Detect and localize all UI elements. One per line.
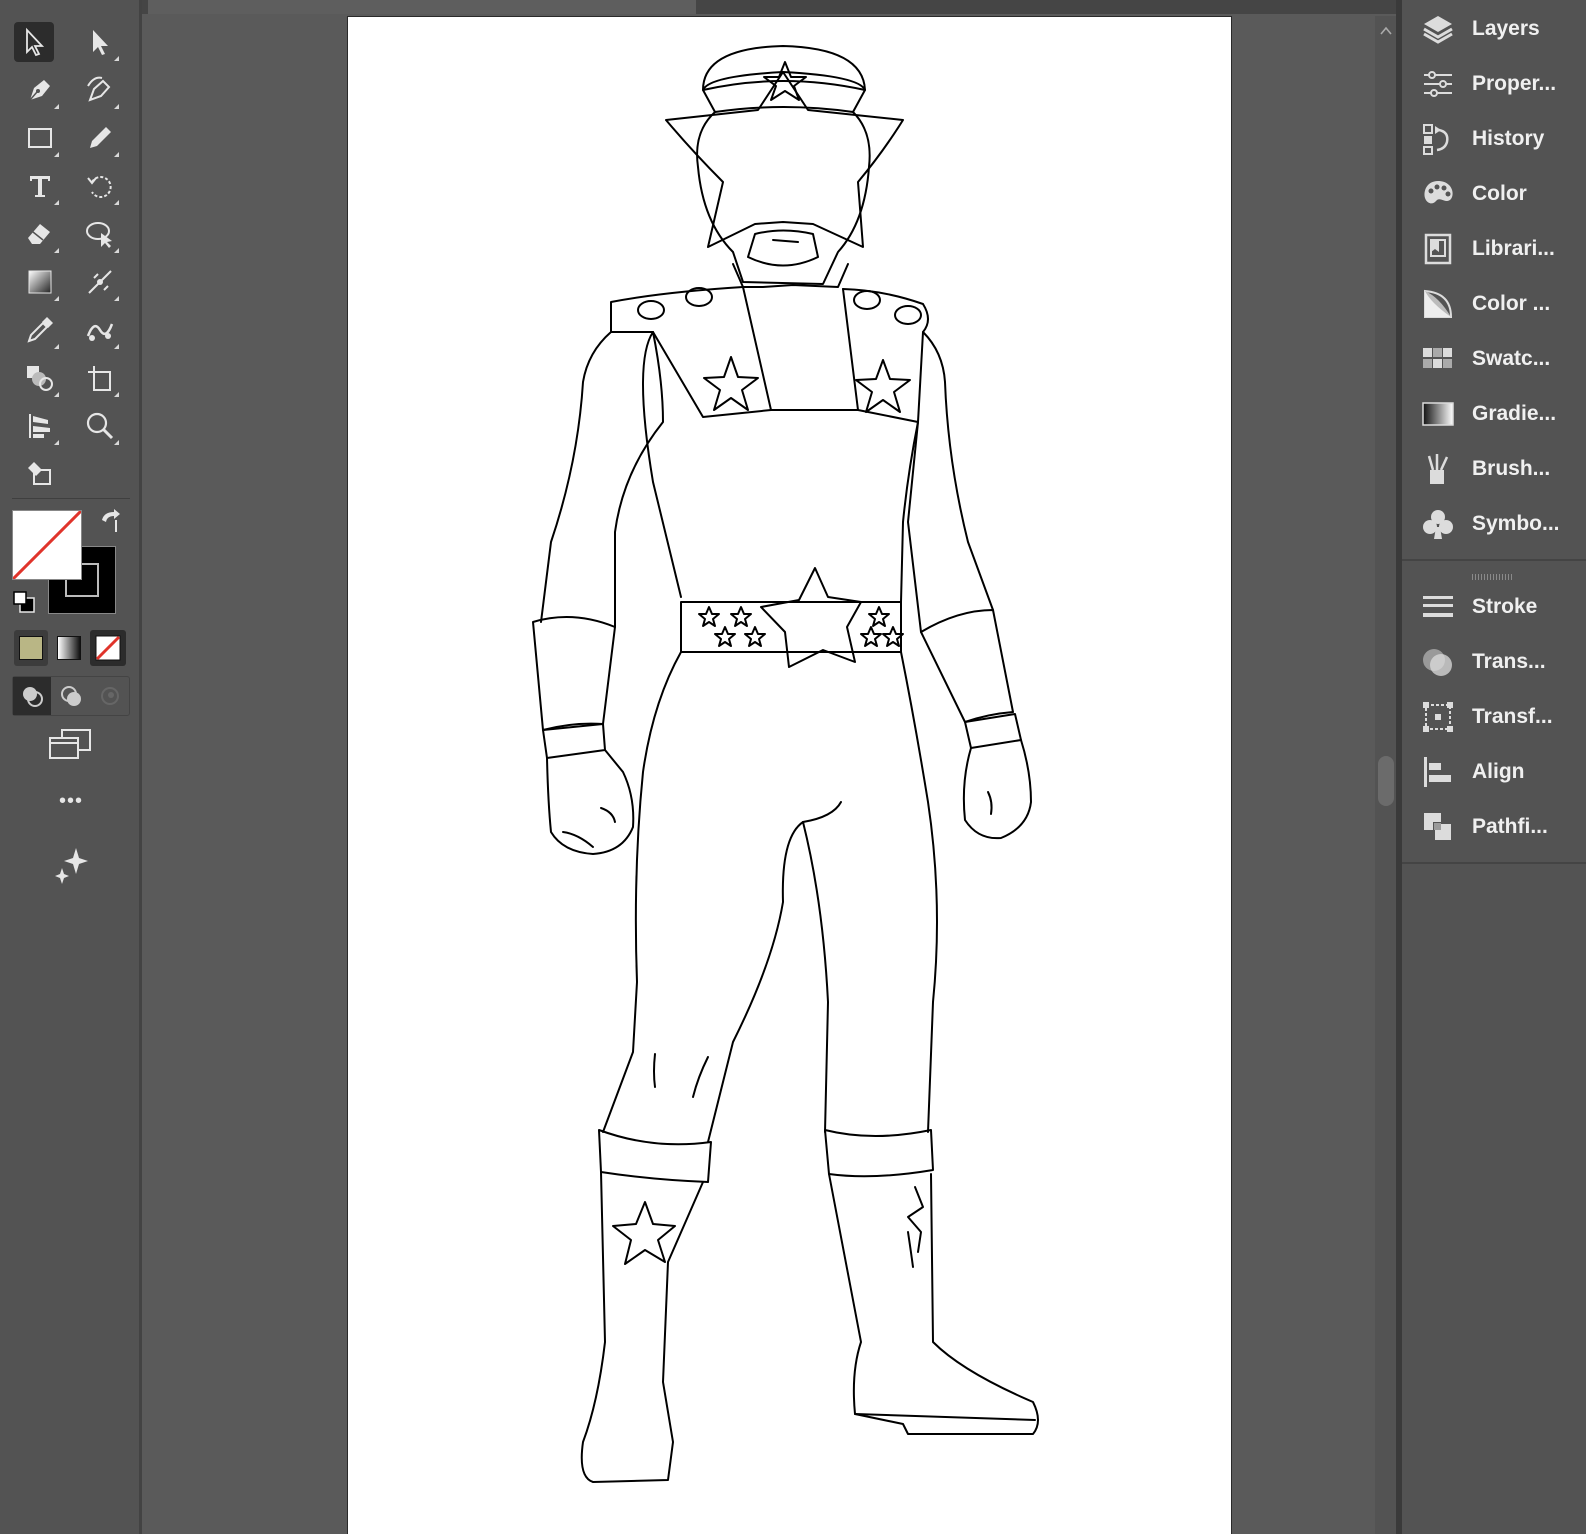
panel-color-guide[interactable]: Color ... bbox=[1402, 279, 1586, 329]
draw-inside-button[interactable] bbox=[91, 677, 129, 715]
arrow-solid-icon bbox=[93, 30, 108, 55]
live-paint-icon bbox=[28, 462, 51, 485]
curvature-tool[interactable] bbox=[80, 70, 120, 110]
none-mode-button[interactable] bbox=[90, 630, 126, 666]
panel-color[interactable]: Color bbox=[1402, 169, 1586, 219]
rotate-icon bbox=[87, 176, 112, 198]
pathfinder-icon bbox=[1424, 813, 1453, 842]
screen-mode-icon[interactable] bbox=[48, 728, 94, 764]
layers-icon bbox=[1423, 16, 1453, 44]
width-tool[interactable] bbox=[80, 262, 120, 302]
color-palette-icon bbox=[1424, 181, 1453, 204]
panel-gradient[interactable]: Gradie... bbox=[1402, 389, 1586, 439]
gradient-panel-icon bbox=[1422, 402, 1454, 426]
gradient-mode-button[interactable] bbox=[52, 630, 86, 666]
symbols-icon bbox=[1423, 510, 1453, 539]
column-graph-tool[interactable] bbox=[20, 406, 60, 446]
zoom-tool[interactable] bbox=[80, 406, 120, 446]
puppet-warp-icon bbox=[86, 222, 112, 248]
draw-behind-icon bbox=[61, 686, 81, 706]
none-fill-icon bbox=[13, 511, 81, 579]
edit-toolbar-button[interactable]: ••• bbox=[40, 790, 102, 813]
panel-layers[interactable]: Layers bbox=[1402, 4, 1586, 54]
history-icon bbox=[1423, 124, 1449, 155]
gradient-icon bbox=[28, 270, 52, 294]
shape-builder-tool[interactable] bbox=[20, 358, 60, 398]
libraries-icon bbox=[1424, 233, 1452, 265]
swatches-icon bbox=[1423, 348, 1452, 368]
draw-normal-icon bbox=[23, 687, 43, 707]
artboard-tool[interactable] bbox=[80, 358, 120, 398]
none-swatch-icon bbox=[95, 635, 121, 661]
vertical-scrollbar[interactable] bbox=[1375, 16, 1396, 1534]
draw-normal-button[interactable] bbox=[13, 677, 51, 715]
gradient-tool[interactable] bbox=[20, 262, 60, 302]
eraser-icon bbox=[28, 224, 50, 244]
shape-builder-icon bbox=[27, 366, 53, 391]
document-tab-strip bbox=[142, 0, 1396, 14]
direct-selection-tool[interactable] bbox=[80, 22, 120, 62]
transform-icon bbox=[1423, 702, 1453, 732]
fill-swatch[interactable] bbox=[12, 510, 82, 580]
gradient-swatch-icon bbox=[57, 636, 81, 660]
zoom-icon bbox=[86, 412, 114, 440]
curvature-pen-icon bbox=[87, 76, 111, 102]
pen-icon bbox=[29, 80, 50, 101]
type-icon bbox=[30, 176, 50, 197]
eyedropper-tool[interactable] bbox=[20, 310, 60, 350]
scroll-up-icon[interactable] bbox=[1379, 24, 1393, 38]
default-fill-stroke-icon[interactable] bbox=[12, 590, 36, 614]
rotate-tool[interactable] bbox=[80, 166, 120, 206]
selection-tool[interactable] bbox=[14, 22, 54, 62]
ranger-line-art bbox=[532, 45, 1039, 1483]
puppet-warp-tool[interactable] bbox=[80, 214, 120, 254]
pen-tool[interactable] bbox=[20, 70, 60, 110]
swap-fill-stroke-icon[interactable] bbox=[98, 508, 124, 534]
color-guide-icon bbox=[1424, 289, 1453, 318]
color-swatch-icon bbox=[19, 636, 43, 660]
panel-transform[interactable]: Transf... bbox=[1402, 692, 1586, 742]
column-graph-icon bbox=[29, 414, 50, 438]
document-tab[interactable] bbox=[148, 0, 696, 14]
canvas-area[interactable] bbox=[142, 0, 1396, 1534]
panel-align[interactable]: Align bbox=[1402, 747, 1586, 797]
draw-behind-button[interactable] bbox=[52, 677, 90, 715]
live-paint-tool[interactable] bbox=[20, 454, 60, 494]
eraser-tool[interactable] bbox=[20, 214, 60, 254]
artboard[interactable] bbox=[347, 16, 1232, 1534]
pencil-icon bbox=[90, 127, 111, 148]
width-icon bbox=[88, 270, 112, 294]
tools-panel: ••• bbox=[0, 0, 142, 1534]
panel-swatches[interactable]: Swatc... bbox=[1402, 334, 1586, 384]
artboard-icon bbox=[88, 366, 111, 391]
generative-sparkle-icon[interactable] bbox=[52, 844, 92, 884]
panel-properties[interactable]: Proper... bbox=[1402, 59, 1586, 109]
panel-symbols[interactable]: Symbo... bbox=[1402, 499, 1586, 549]
stroke-icon bbox=[1423, 596, 1453, 617]
type-tool[interactable] bbox=[20, 166, 60, 206]
panel-brushes[interactable]: Brush... bbox=[1402, 444, 1586, 494]
draw-modes-group bbox=[12, 676, 130, 716]
panel-group-grip[interactable] bbox=[1472, 574, 1512, 580]
pencil-tool[interactable] bbox=[80, 118, 120, 158]
blend-icon bbox=[86, 323, 114, 341]
panel-history[interactable]: History bbox=[1402, 114, 1586, 164]
color-mode-button[interactable] bbox=[14, 630, 48, 666]
rectangle-icon bbox=[28, 128, 52, 148]
arrow-outline-icon bbox=[26, 27, 45, 57]
blend-tool[interactable] bbox=[80, 310, 120, 350]
panel-libraries[interactable]: Librari... bbox=[1402, 224, 1586, 274]
panel-transparency[interactable]: Trans... bbox=[1402, 637, 1586, 687]
align-icon bbox=[1424, 757, 1451, 787]
rectangle-tool[interactable] bbox=[20, 118, 60, 158]
eyedropper-icon bbox=[27, 317, 53, 343]
brushes-icon bbox=[1427, 454, 1449, 484]
panel-dock: Layers Proper... History Color Librari..… bbox=[1402, 0, 1586, 1534]
panel-stroke[interactable]: Stroke bbox=[1402, 582, 1586, 632]
panel-pathfinder[interactable]: Pathfi... bbox=[1402, 802, 1586, 852]
properties-icon bbox=[1424, 71, 1452, 97]
scroll-thumb[interactable] bbox=[1378, 756, 1394, 806]
draw-inside-icon bbox=[101, 687, 119, 705]
transparency-icon bbox=[1423, 649, 1452, 676]
